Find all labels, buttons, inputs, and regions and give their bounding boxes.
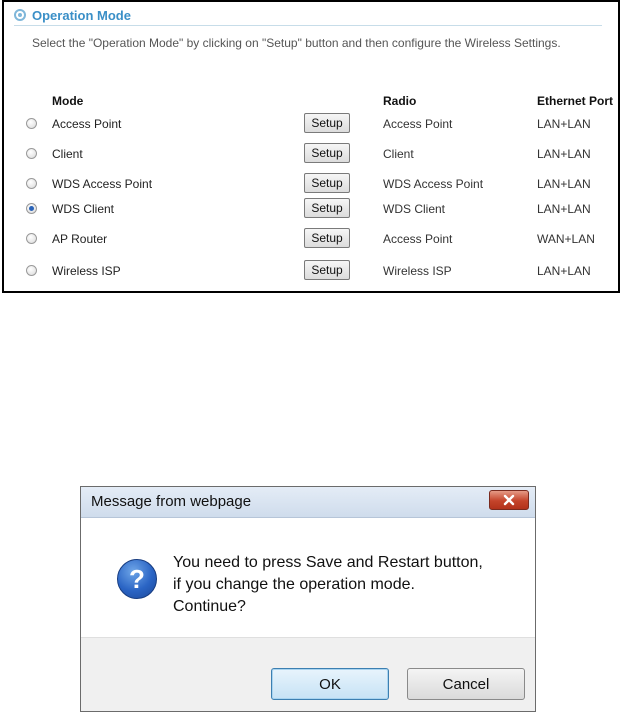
ethernet-port-label: LAN+LAN xyxy=(537,177,591,191)
panel-title: Operation Mode xyxy=(32,7,131,23)
section-bullet-icon xyxy=(14,9,26,21)
ethernet-port-label: WAN+LAN xyxy=(537,232,595,246)
ethernet-port-label: LAN+LAN xyxy=(537,264,591,278)
mode-label: Wireless ISP xyxy=(52,264,121,278)
mode-label: WDS Access Point xyxy=(52,177,153,191)
column-header-ethernet-port: Ethernet Port xyxy=(537,94,614,108)
ethernet-port-label: LAN+LAN xyxy=(537,202,591,216)
mode-radio-client[interactable] xyxy=(26,148,37,159)
column-header-radio: Radio xyxy=(383,94,417,108)
radio-label: WDS Client xyxy=(383,202,446,216)
mode-label: Access Point xyxy=(52,117,122,131)
question-icon: ? xyxy=(117,559,157,599)
close-icon xyxy=(503,494,515,506)
setup-button-wireless-isp[interactable]: Setup xyxy=(304,260,350,280)
message-line-3: Continue? xyxy=(173,598,246,615)
mode-row-wds-access-point: WDS Access Point Setup WDS Access Point … xyxy=(4,172,618,194)
message-dialog: Message from webpage ? You need to press… xyxy=(80,486,536,712)
setup-button-wds-access-point[interactable]: Setup xyxy=(304,173,350,193)
mode-row-ap-router: AP Router Setup Access Point WAN+LAN xyxy=(4,227,618,249)
ok-button[interactable]: OK xyxy=(271,668,389,700)
setup-button-client[interactable]: Setup xyxy=(304,143,350,163)
radio-label: Client xyxy=(383,147,414,161)
mode-row-wireless-isp: Wireless ISP Setup Wireless ISP LAN+LAN xyxy=(4,259,618,281)
mode-label: Client xyxy=(52,147,83,161)
close-button[interactable] xyxy=(489,490,529,510)
message-line-2: if you change the operation mode. xyxy=(173,576,415,593)
dialog-footer: OK Cancel xyxy=(81,637,535,711)
ethernet-port-label: LAN+LAN xyxy=(537,117,591,131)
intro-text: Select the "Operation Mode" by clicking … xyxy=(32,36,561,50)
dialog-title: Message from webpage xyxy=(91,493,252,510)
mode-radio-wireless-isp[interactable] xyxy=(26,265,37,276)
operation-mode-panel: Operation Mode Select the "Operation Mod… xyxy=(2,0,620,293)
radio-label: Access Point xyxy=(383,232,453,246)
column-header-mode: Mode xyxy=(52,94,84,108)
mode-radio-wds-client[interactable] xyxy=(26,203,37,214)
setup-button-access-point[interactable]: Setup xyxy=(304,113,350,133)
ethernet-port-label: LAN+LAN xyxy=(537,147,591,161)
mode-radio-wds-access-point[interactable] xyxy=(26,178,37,189)
mode-row-access-point: Access Point Setup Access Point LAN+LAN xyxy=(4,112,618,134)
message-line-1: You need to press Save and Restart butto… xyxy=(173,554,483,571)
mode-label: WDS Client xyxy=(52,202,115,216)
mode-radio-access-point[interactable] xyxy=(26,118,37,129)
mode-row-client: Client Setup Client LAN+LAN xyxy=(4,142,618,164)
dialog-title-bar[interactable]: Message from webpage xyxy=(81,487,535,518)
setup-button-wds-client[interactable]: Setup xyxy=(304,198,350,218)
mode-radio-ap-router[interactable] xyxy=(26,233,37,244)
radio-label: Wireless ISP xyxy=(383,264,452,278)
cancel-button[interactable]: Cancel xyxy=(407,668,525,700)
mode-row-wds-client: WDS Client Setup WDS Client LAN+LAN xyxy=(4,197,618,219)
setup-button-ap-router[interactable]: Setup xyxy=(304,228,350,248)
dialog-content: ? You need to press Save and Restart but… xyxy=(81,518,535,636)
panel-header: Operation Mode xyxy=(14,5,602,26)
radio-label: WDS Access Point xyxy=(383,177,484,191)
radio-label: Access Point xyxy=(383,117,453,131)
mode-label: AP Router xyxy=(52,232,108,246)
